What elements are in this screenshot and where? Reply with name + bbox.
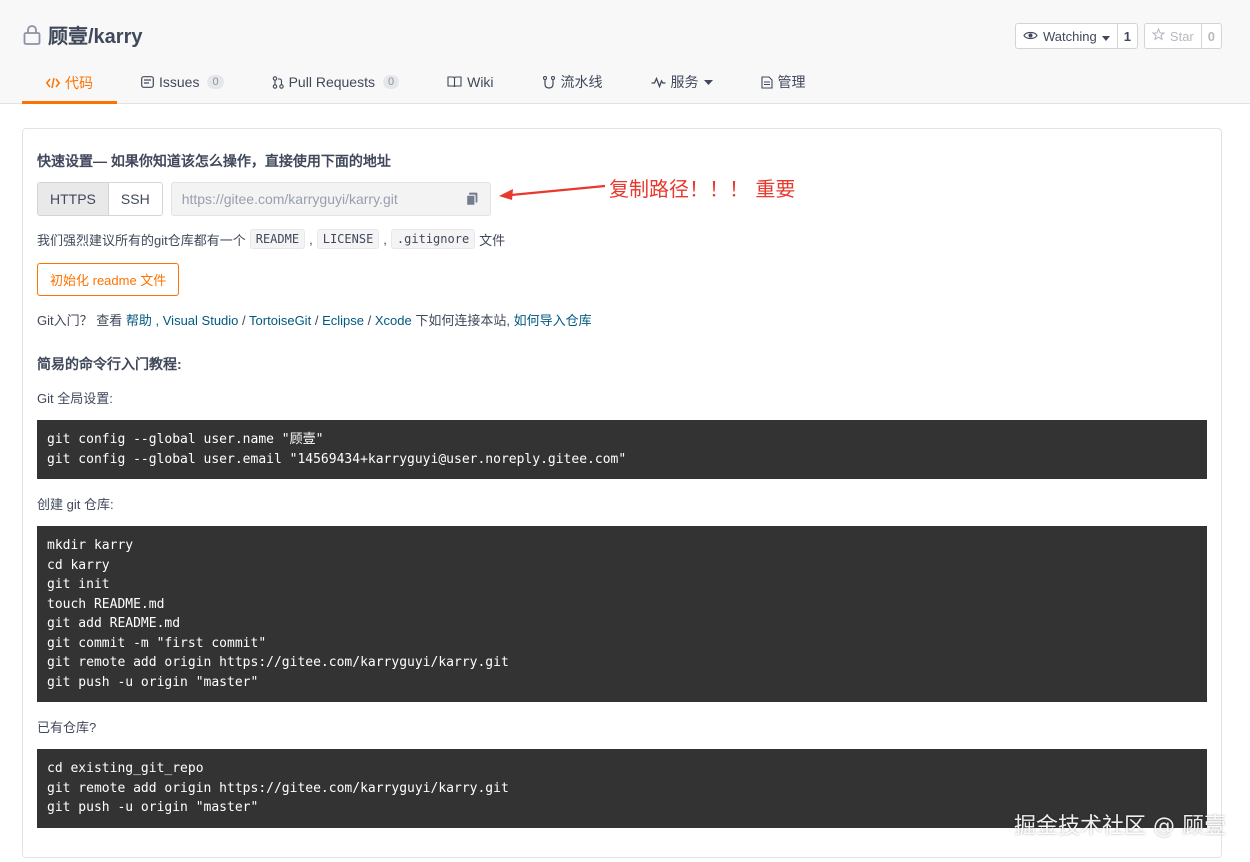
https-button[interactable]: HTTPS xyxy=(38,183,109,215)
star-label: Star xyxy=(1169,28,1194,44)
tutorial-title: 简易的命令行入门教程: xyxy=(37,356,182,372)
tab-pull-requests[interactable]: Pull Requests 0 xyxy=(248,62,424,102)
repo-name[interactable]: 顾壹/karry xyxy=(48,20,143,49)
watch-count[interactable]: 1 xyxy=(1118,24,1137,48)
tab-label: 服务 xyxy=(670,74,699,90)
repo-actions: Watching 1 Star 0 xyxy=(1014,23,1222,49)
tab-pipeline[interactable]: 流水线 xyxy=(518,62,627,102)
watch-button[interactable]: Watching xyxy=(1016,24,1118,48)
code-line: git config --global user.email "14569434… xyxy=(47,451,627,467)
code-line: mkdir karry xyxy=(47,538,134,553)
tortoisegit-link[interactable]: TortoiseGit xyxy=(249,313,311,328)
copy-icon[interactable] xyxy=(465,192,478,206)
code-line: git push -u origin "master" xyxy=(47,674,259,690)
tab-label: 管理 xyxy=(777,74,806,90)
code-line: git add README.md xyxy=(47,616,181,631)
tab-manage[interactable]: 管理 xyxy=(737,62,830,102)
watch-label: Watching xyxy=(1042,28,1097,44)
tab-label: Wiki xyxy=(467,74,494,90)
repo-tabs: 代码 Issues 0 Pull Requests 0 Wiki 流水线 服务 … xyxy=(22,62,830,104)
separator: / xyxy=(242,313,246,328)
help-link[interactable]: 帮助 xyxy=(126,313,152,328)
tab-label: 代码 xyxy=(65,74,93,91)
gitignore-chip: .gitignore xyxy=(390,229,476,249)
tab-label: Pull Requests xyxy=(288,74,375,90)
code-icon xyxy=(46,77,60,89)
tab-services[interactable]: 服务 xyxy=(627,62,737,102)
code-line: git remote add origin https://gitee.com/… xyxy=(47,780,509,796)
watermark: 掘金技术社区 @ 顾壹 xyxy=(1014,814,1226,839)
annotation-arrow-icon xyxy=(499,184,606,200)
lock-icon xyxy=(22,24,42,46)
separator: , xyxy=(309,231,313,247)
watch-button-group: Watching 1 xyxy=(1014,23,1138,49)
code-line: git config --global user.name "顾壹" xyxy=(47,432,324,447)
star-count[interactable]: 0 xyxy=(1202,24,1221,48)
tab-wiki[interactable]: Wiki xyxy=(423,62,517,102)
xcode-link[interactable]: Xcode xyxy=(375,313,412,328)
document-icon xyxy=(760,75,773,89)
quick-setup-title: 快速设置— 如果你知道该怎么操作，直接使用下面的地址 xyxy=(37,153,391,169)
recommend-prefix: 我们强烈建议所有的git仓库都有一个 xyxy=(37,232,246,248)
caret-down-icon xyxy=(1101,29,1110,44)
protocol-switch: HTTPS SSH xyxy=(37,182,163,216)
quick-setup-panel: 快速设置— 如果你知道该怎么操作，直接使用下面的地址 HTTPS SSH htt… xyxy=(22,128,1222,858)
separator: , xyxy=(383,231,387,247)
star-button[interactable]: Star xyxy=(1145,24,1202,48)
visual-studio-link[interactable]: Visual Studio xyxy=(163,313,239,328)
tab-label: 流水线 xyxy=(560,74,603,90)
annotation-text: 复制路径！！！ 重要 xyxy=(609,177,796,201)
eclipse-link[interactable]: Eclipse xyxy=(322,313,364,328)
code-line: cd existing_git_repo xyxy=(47,761,204,776)
global-settings-label: Git 全局设置: xyxy=(37,391,113,406)
git-help-links: Git入门？ 查看 帮助 , Visual Studio / TortoiseG… xyxy=(37,310,592,329)
create-repo-label: 创建 git 仓库: xyxy=(37,497,114,512)
license-chip: LICENSE xyxy=(316,229,380,249)
code-line: git init xyxy=(47,577,110,592)
book-icon xyxy=(447,76,462,88)
separator: / xyxy=(314,313,319,328)
pipeline-icon xyxy=(542,75,556,89)
separator: / xyxy=(367,313,372,328)
git-help-middle: 下如何连接本站, xyxy=(415,313,510,328)
git-help-prefix: Git入门？ 查看 xyxy=(37,313,123,328)
create-repo-code: mkdir karry cd karry git init touch READ… xyxy=(37,526,1207,702)
readme-chip: README xyxy=(249,229,306,249)
pull-request-icon xyxy=(272,75,284,89)
issues-icon xyxy=(141,76,154,88)
pull-requests-count-badge: 0 xyxy=(382,75,400,89)
pulse-icon xyxy=(651,76,666,88)
tab-code[interactable]: 代码 xyxy=(22,62,117,104)
star-icon xyxy=(1151,27,1166,44)
init-readme-button[interactable]: 初始化 readme 文件 xyxy=(37,263,180,296)
code-line: git commit -m "first commit" xyxy=(47,635,267,651)
existing-repo-label: 已有仓库? xyxy=(37,720,97,735)
global-settings-code: git config --global user.name "顾壹" git c… xyxy=(37,420,1207,479)
import-repo-link[interactable]: 如何导入仓库 xyxy=(514,313,592,328)
recommend-files-note: 我们强烈建议所有的git仓库都有一个 README , LICENSE , .g… xyxy=(37,229,505,249)
clone-url-text: https://gitee.com/karryguyi/karry.git xyxy=(181,191,398,207)
code-line: git remote add origin https://gitee.com/… xyxy=(47,655,509,670)
tab-issues[interactable]: Issues 0 xyxy=(117,62,248,102)
star-button-group: Star 0 xyxy=(1143,23,1222,49)
clone-url-field[interactable]: https://gitee.com/karryguyi/karry.git xyxy=(170,182,491,216)
code-line: cd karry xyxy=(47,557,110,573)
issues-count-badge: 0 xyxy=(207,75,224,89)
recommend-suffix: 文件 xyxy=(479,232,506,248)
repo-title: 顾壹/karry xyxy=(22,20,143,49)
eye-icon xyxy=(1023,29,1038,44)
clone-url-row: HTTPS SSH https://gitee.com/karryguyi/ka… xyxy=(37,182,491,216)
code-line: touch README.md xyxy=(47,596,165,612)
ssh-button[interactable]: SSH xyxy=(108,183,162,215)
repo-header: 顾壹/karry Watching 1 Star 0 代码 Issues 0 P… xyxy=(0,0,1250,104)
tab-label: Issues xyxy=(159,74,200,90)
caret-down-icon xyxy=(703,79,713,85)
separator: , xyxy=(155,313,160,328)
